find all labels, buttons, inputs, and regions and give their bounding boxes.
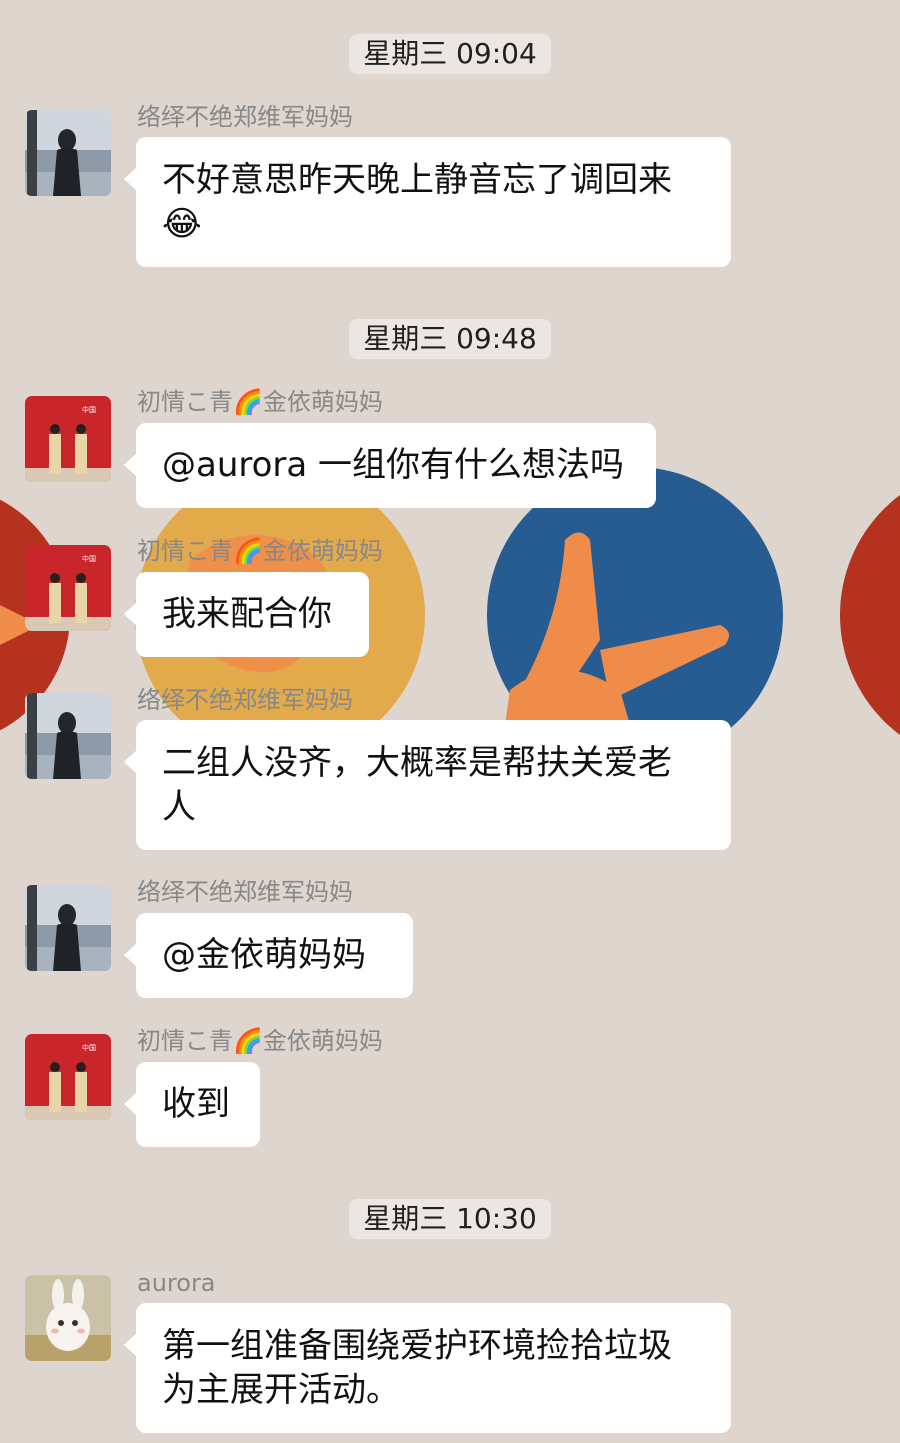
message-text: 二组人没齐，大概率是帮扶关爱老人 xyxy=(162,743,672,827)
laughing-tears-emoji: 😂 xyxy=(162,204,202,244)
red-wall-avatar[interactable]: 中国 xyxy=(25,396,111,482)
bunny-avatar[interactable] xyxy=(25,1275,111,1361)
message-bubble[interactable]: 二组人没齐，大概率是帮扶关爱老人 xyxy=(124,720,731,850)
message-bubble[interactable]: 收到 xyxy=(124,1062,260,1147)
sender-name: 络绎不绝郑维军妈妈 xyxy=(137,686,353,714)
avatar-sign-text: 中国 xyxy=(82,554,96,563)
timestamp-0904: 星期三 09:04 xyxy=(349,34,551,74)
sender-name: 络绎不绝郑维军妈妈 xyxy=(137,103,353,131)
timestamp-0948: 星期三 09:48 xyxy=(349,319,551,359)
message-text: 收到 xyxy=(162,1084,230,1124)
sender-name: 初情こ青🌈金依萌妈妈 xyxy=(137,1027,383,1055)
red-wall-avatar[interactable]: 中国 xyxy=(25,545,111,631)
message-bubble[interactable]: 我来配合你 xyxy=(124,572,369,657)
sender-name: 初情こ青🌈金依萌妈妈 xyxy=(137,388,383,416)
message-text: 我来配合你 xyxy=(162,594,332,634)
message-bubble[interactable]: @金依萌妈妈 xyxy=(124,913,413,998)
sender-name: aurora xyxy=(137,1269,216,1297)
avatar-sign-text: 中国 xyxy=(82,405,96,414)
sender-name: 络绎不绝郑维军妈妈 xyxy=(137,878,353,906)
message-text: 第一组准备围绕爱护环境捡拾垃圾为主展开活动。 xyxy=(162,1326,672,1410)
message-bubble[interactable]: @aurora 一组你有什么想法吗 xyxy=(124,423,656,508)
message-text: 不好意思昨天晚上静音忘了调回来 xyxy=(162,160,672,200)
timestamp-1030: 星期三 10:30 xyxy=(349,1199,551,1239)
beach-woman-avatar[interactable] xyxy=(25,885,111,971)
message-text: @金依萌妈妈 xyxy=(162,935,366,975)
red-wall-avatar[interactable]: 中国 xyxy=(25,1034,111,1120)
sender-name: 初情こ青🌈金依萌妈妈 xyxy=(137,537,383,565)
message-bubble[interactable]: 第一组准备围绕爱护环境捡拾垃圾为主展开活动。 xyxy=(124,1303,731,1433)
message-bubble[interactable]: 不好意思昨天晚上静音忘了调回来 😂 xyxy=(124,137,731,267)
beach-woman-avatar[interactable] xyxy=(25,110,111,196)
beach-woman-avatar[interactable] xyxy=(25,693,111,779)
message-text: @aurora 一组你有什么想法吗 xyxy=(162,445,625,485)
avatar-sign-text: 中国 xyxy=(82,1043,96,1052)
